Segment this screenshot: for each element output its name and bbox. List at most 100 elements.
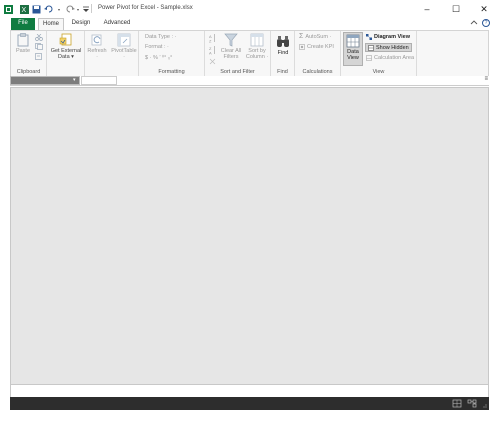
svg-text:A: A [209,51,212,56]
help-icon[interactable]: ? [482,19,490,27]
close-button[interactable]: ✕ [475,2,493,16]
paste-button[interactable]: Paste [14,33,32,54]
calculation-area-label: Calculation Area [374,55,415,61]
pivottable-button[interactable]: PivotTable · [110,33,138,60]
group-label-find: Find [277,69,288,75]
paste-icon [16,33,30,47]
number-format-label: $ · % ’ ⁰° ₀° [145,55,173,61]
copy-icon[interactable] [35,43,43,52]
tab-home[interactable]: Home [38,18,64,30]
group-find: Find Find [271,31,295,76]
name-box[interactable] [10,76,80,85]
group-refresh: Refresh · [85,31,109,76]
show-hidden-icon [368,44,374,51]
group-label-sort-and-filter: Sort and Filter [220,69,255,75]
maximize-button[interactable]: ☐ [447,2,465,16]
name-box-dropdown-icon[interactable]: ▾ [73,77,76,83]
autosum-label: AutoSum · [305,34,332,40]
sort-by-column-button[interactable]: Sort by Column · [245,33,269,60]
data-view-workspace[interactable] [10,87,489,385]
pivottable-label: PivotTable · [111,48,137,60]
sort-ascending-icon[interactable]: AZ [209,34,216,45]
tab-file[interactable]: File [11,18,35,30]
group-label-clipboard: Clipboard [16,69,41,75]
refresh-button[interactable]: Refresh · [87,33,107,60]
sort-by-column-icon [250,33,264,47]
group-view: Data View Diagram View Show Hidden Calcu… [341,31,417,76]
data-view-label: Data View [347,49,359,61]
calculation-area-button[interactable]: Calculation Area [366,55,414,61]
group-formatting: Data Type : · Format : · $ · % ’ ⁰° ₀° F… [139,31,205,76]
group-calculations: Σ AutoSum · Create KPI Calculations [295,31,341,76]
excel-logo-icon[interactable]: X [19,4,29,14]
create-kpi-button[interactable]: Create KPI [299,44,334,50]
svg-text:Z: Z [209,39,212,44]
data-view-icon [346,34,360,48]
show-hidden-toggle[interactable]: Show Hidden [365,43,412,52]
paste-special-icon[interactable] [35,53,43,62]
pivottable-icon [117,33,131,47]
show-hidden-label: Show Hidden [376,44,409,51]
find-button[interactable]: Find [273,35,293,56]
group-pivottable: PivotTable · [109,31,139,76]
group-sort-and-filter: AZ ZA Clear All Filters Sort by Column ·… [205,31,271,76]
power-pivot-logo-icon [3,4,13,14]
group-label-formatting: Formatting [158,69,185,75]
expand-formula-bar-icon[interactable]: ≡ [484,76,488,82]
data-view-button[interactable]: Data View [343,32,363,66]
ribbon-home: Paste Clipboard Get External Data ▾ Refr… [10,30,489,77]
diagram-view-status-icon[interactable] [467,399,477,408]
kpi-icon [299,44,305,50]
customize-quick-access-icon[interactable] [83,4,89,14]
redo-icon[interactable] [65,4,75,14]
separator [91,4,92,13]
data-type-dropdown[interactable]: Data Type : · [145,34,176,40]
format-dropdown[interactable]: Format : · [145,44,169,50]
group-label-view: View [372,69,385,75]
number-format-buttons[interactable]: $ · % ’ ⁰° ₀° [145,55,172,61]
diagram-view-button[interactable]: Diagram View [366,34,410,40]
data-type-label: Data Type : · [145,34,177,40]
cut-icon[interactable] [35,33,43,43]
sigma-icon: Σ [299,33,304,40]
ribbon-tabs: File Home Design Advanced ? [0,18,500,30]
undo-dropdown-icon[interactable]: ▾ [57,4,61,14]
sort-descending-icon[interactable]: ZA [209,46,216,57]
title-bar: X ▾ ▾ Power Pivot for Excel - Sample.xls… [0,0,500,18]
tab-advanced[interactable]: Advanced [99,18,135,30]
status-bar [10,397,489,410]
formula-input[interactable] [81,76,117,85]
refresh-label: Refresh · [87,48,107,60]
get-external-data-button[interactable]: Get External Data ▾ [48,33,84,60]
clear-all-filters-button[interactable]: Clear All Filters [219,33,243,60]
database-icon [59,33,73,47]
svg-text:X: X [21,7,26,14]
table-tabs-area[interactable] [10,385,489,397]
refresh-icon [90,33,104,47]
group-label-calculations: Calculations [302,69,333,75]
tab-design[interactable]: Design [67,18,95,30]
undo-icon[interactable] [43,4,55,14]
get-external-data-label: Get External Data ▾ [50,48,82,60]
diagram-view-icon [366,34,372,40]
formula-bar: ▾ ≡ [10,76,489,86]
create-kpi-label: Create KPI [307,44,334,50]
grid-view-icon[interactable] [452,399,462,408]
window-title: Power Pivot for Excel - Sample.xlsx [98,5,193,11]
redo-dropdown-icon[interactable]: ▾ [76,4,80,14]
binoculars-icon [276,35,290,49]
filter-clear-icon [224,33,238,47]
find-label: Find [277,50,289,56]
paste-label: Paste [15,48,31,54]
sort-by-column-label: Sort by Column · [245,48,269,60]
clear-all-filters-label: Clear All Filters [220,48,242,60]
format-label: Format : · [145,44,169,50]
calculation-area-icon [366,55,372,61]
minimize-button[interactable]: – [418,2,436,16]
clear-sort-icon[interactable] [209,58,216,67]
resize-grip-icon[interactable] [480,399,490,408]
autosum-dropdown[interactable]: Σ AutoSum · [299,33,332,40]
save-icon[interactable] [31,4,41,14]
group-get-external-data: Get External Data ▾ [47,31,85,76]
collapse-ribbon-icon[interactable] [470,20,478,26]
